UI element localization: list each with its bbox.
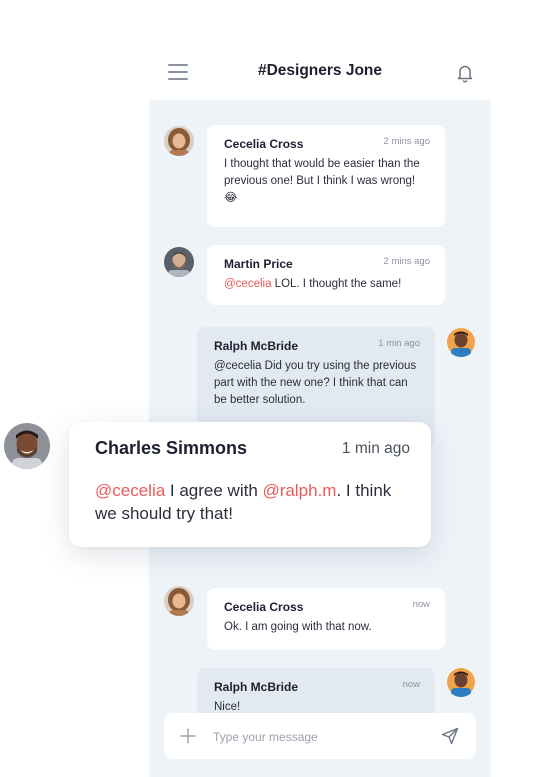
chat-window: #Designers Jone Cecelia Cross 2 mins ago… — [149, 40, 491, 777]
sender-name: Martin Price — [224, 257, 293, 271]
avatar — [164, 126, 194, 156]
message-time: 1 min ago — [378, 338, 420, 349]
bell-icon[interactable] — [455, 62, 475, 84]
sender-name: Ralph McBride — [214, 680, 299, 694]
message-text: @cecelia Did you try using the previous … — [214, 360, 417, 406]
top-bar: #Designers Jone — [149, 40, 491, 100]
highlighted-message-card[interactable]: Charles Simmons 1 min ago @cecelia I agr… — [69, 422, 431, 547]
avatar — [446, 327, 476, 357]
message-time: 2 mins ago — [383, 256, 430, 267]
message-time: 1 min ago — [341, 440, 410, 457]
message-bubble: Cecelia Cross 2 mins ago I thought that … — [207, 125, 445, 227]
sender-name: Cecelia Cross — [224, 600, 304, 614]
send-icon[interactable] — [441, 727, 459, 745]
avatar — [164, 247, 194, 277]
mention-link[interactable]: @ralph.m — [263, 481, 337, 500]
message-time: now — [402, 679, 420, 690]
message-bubble: Martin Price 2 mins ago @cecelia LOL. I … — [207, 245, 445, 305]
message-text: @cecelia I agree with @ralph.m. I think … — [95, 481, 392, 523]
message-bubble: Cecelia Cross now Ok. I am going with th… — [207, 588, 445, 650]
avatar — [164, 586, 194, 616]
message-text: @cecelia LOL. I thought the same! — [224, 278, 402, 290]
avatar — [4, 423, 50, 469]
message-input[interactable] — [211, 727, 415, 747]
sender-name: Ralph McBride — [214, 339, 299, 353]
sender-name: Cecelia Cross — [224, 137, 304, 151]
sender-name: Charles Simmons — [95, 438, 248, 458]
avatar — [446, 667, 476, 697]
plus-icon[interactable] — [180, 728, 196, 744]
message-text: Ok. I am going with that now. — [224, 621, 372, 633]
message-time: 2 mins ago — [383, 136, 430, 147]
mention-link[interactable]: @cecelia — [224, 278, 271, 290]
message-time: now — [412, 599, 430, 610]
message-composer — [164, 713, 476, 759]
channel-title: #Designers Jone — [257, 62, 383, 79]
message-text: I thought that would be easier than the … — [224, 158, 420, 204]
mention-link[interactable]: @cecelia — [95, 481, 165, 500]
